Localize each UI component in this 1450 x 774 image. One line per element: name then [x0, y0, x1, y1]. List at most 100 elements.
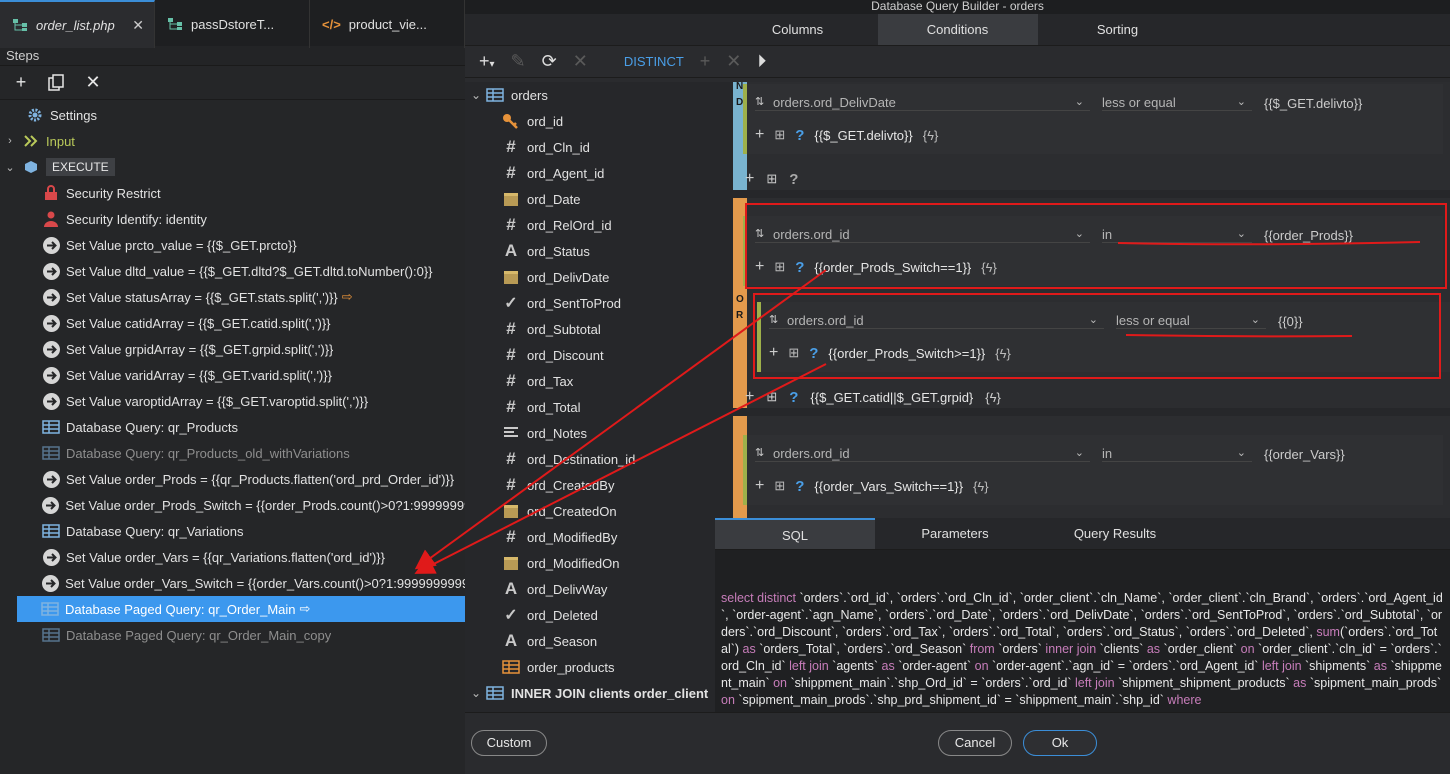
- step-row[interactable]: Set Value grpidArray = {{$_GET.grpid.spl…: [0, 336, 465, 362]
- step-row[interactable]: Set Value varoptidArray = {{$_GET.varopt…: [0, 388, 465, 414]
- conditional-icon[interactable]: ?: [789, 171, 798, 188]
- condition-expression[interactable]: {{$_GET.delivto}}: [814, 128, 912, 143]
- copy-step-button[interactable]: [48, 73, 66, 92]
- chevron-right-icon[interactable]: ›: [4, 135, 16, 147]
- field-row[interactable]: # ord_Subtotal: [465, 316, 715, 342]
- step-row[interactable]: Set Value order_Prods_Switch = {{order_P…: [0, 492, 465, 518]
- dynamic-data-icon[interactable]: {ϟ}: [995, 346, 1011, 361]
- add-condition-button[interactable]: +▾: [479, 51, 495, 72]
- step-row[interactable]: Database Query: qr_Products: [0, 414, 465, 440]
- chevron-down-icon[interactable]: ⌄: [471, 686, 485, 700]
- field-row[interactable]: # ord_Agent_id: [465, 160, 715, 186]
- tab-order-list[interactable]: order_list.php ✕: [0, 0, 155, 48]
- condition-operator-select[interactable]: less or equal ⌄: [1116, 313, 1266, 329]
- add-icon[interactable]: +: [700, 51, 711, 72]
- condition-operator-select[interactable]: in ⌄: [1102, 446, 1252, 462]
- step-row[interactable]: Set Value order_Prods = {{qr_Products.fl…: [0, 466, 465, 492]
- chevron-down-icon[interactable]: ⌄: [471, 88, 485, 102]
- tab-conditions[interactable]: Conditions: [877, 14, 1038, 45]
- field-row[interactable]: ord_DelivDate: [465, 264, 715, 290]
- add-icon[interactable]: +: [769, 344, 778, 362]
- tab-passdstore[interactable]: passDstoreT...: [155, 0, 310, 48]
- step-row[interactable]: › Input: [0, 128, 465, 154]
- add-step-button[interactable]: +: [12, 72, 30, 93]
- add-icon[interactable]: +: [745, 170, 754, 188]
- dynamic-data-icon[interactable]: {ϟ}: [973, 479, 989, 494]
- condition-operator-select[interactable]: in ⌄: [1102, 227, 1252, 243]
- step-row[interactable]: Settings: [0, 102, 465, 128]
- step-row[interactable]: Database Query: qr_Products_old_withVari…: [0, 440, 465, 466]
- folder-add-icon[interactable]: ⊞: [774, 127, 785, 143]
- delete-icon[interactable]: ✕: [573, 51, 588, 72]
- folder-add-icon[interactable]: ⊞: [788, 345, 799, 361]
- conditional-icon[interactable]: ?: [795, 478, 804, 495]
- step-row[interactable]: Set Value statusArray = {{$_GET.stats.sp…: [0, 284, 465, 310]
- field-row[interactable]: # ord_Destination_id: [465, 446, 715, 472]
- add-icon[interactable]: +: [755, 126, 764, 144]
- tab-columns[interactable]: Columns: [718, 14, 878, 45]
- step-row[interactable]: ⌄ EXECUTE: [0, 154, 465, 180]
- dynamic-data-icon[interactable]: {ϟ}: [923, 128, 939, 143]
- condition-expression[interactable]: {{order_Vars_Switch==1}}: [814, 479, 963, 494]
- conditional-icon[interactable]: ?: [809, 345, 818, 362]
- field-row[interactable]: # ord_Discount: [465, 342, 715, 368]
- condition-value[interactable]: {{$_GET.delivto}}: [1264, 96, 1362, 111]
- field-row[interactable]: ord_ModifiedOn: [465, 550, 715, 576]
- conditional-icon[interactable]: ?: [795, 259, 804, 276]
- field-row[interactable]: Aord_DelivWay: [465, 576, 715, 602]
- condition-value[interactable]: {{order_Vars}}: [1264, 447, 1345, 462]
- field-row[interactable]: ord_id: [465, 108, 715, 134]
- field-row[interactable]: # ord_Cln_id: [465, 134, 715, 160]
- condition-field-select[interactable]: ⇅ orders.ord_id ⌄: [769, 313, 1104, 329]
- dynamic-data-icon[interactable]: {ϟ}: [981, 260, 997, 275]
- play-icon[interactable]: ⏵: [757, 51, 766, 72]
- step-row[interactable]: Database Query: qr_Variations: [0, 518, 465, 544]
- chevron-down-icon[interactable]: ⌄: [4, 161, 16, 174]
- field-row[interactable]: # ord_Total: [465, 394, 715, 420]
- field-row[interactable]: # ord_ModifiedBy: [465, 524, 715, 550]
- field-row[interactable]: # ord_CreatedBy: [465, 472, 715, 498]
- step-row[interactable]: Database Paged Query: qr_Order_Main ⇨: [17, 596, 465, 622]
- condition-field-select[interactable]: ⇅ orders.ord_id ⌄: [755, 446, 1090, 462]
- step-row[interactable]: Set Value catidArray = {{$_GET.catid.spl…: [0, 310, 465, 336]
- group-condition-expression[interactable]: {{$_GET.catid||$_GET.grpid}: [810, 390, 973, 405]
- field-row[interactable]: # ord_RelOrd_id: [465, 212, 715, 238]
- field-row[interactable]: Aord_Status: [465, 238, 715, 264]
- condition-field-select[interactable]: ⇅ orders.ord_id ⌄: [755, 227, 1090, 243]
- field-row[interactable]: ⌄ INNER JOIN clients order_client: [465, 680, 715, 706]
- step-row[interactable]: Security Restrict: [0, 180, 465, 206]
- add-icon[interactable]: +: [755, 477, 764, 495]
- field-row[interactable]: ✓ ord_SentToProd: [465, 290, 715, 316]
- condition-expression[interactable]: {{order_Prods_Switch>=1}}: [828, 346, 985, 361]
- field-row[interactable]: order_products: [465, 654, 715, 680]
- dynamic-data-icon[interactable]: {ϟ}: [985, 390, 1001, 405]
- folder-add-icon[interactable]: ⊞: [766, 389, 777, 405]
- remove-icon[interactable]: ✕: [726, 51, 741, 72]
- condition-value[interactable]: {{0}}: [1278, 314, 1303, 329]
- close-icon[interactable]: ✕: [132, 17, 144, 34]
- field-row[interactable]: ord_Date: [465, 186, 715, 212]
- step-row[interactable]: Database Paged Query: qr_Order_Main_copy: [0, 622, 465, 648]
- delete-step-button[interactable]: ✕: [84, 72, 102, 93]
- field-row[interactable]: ord_CreatedOn: [465, 498, 715, 524]
- step-row[interactable]: Security Identify: identity: [0, 206, 465, 232]
- add-icon[interactable]: +: [755, 258, 764, 276]
- cancel-button[interactable]: Cancel: [938, 730, 1012, 756]
- distinct-toggle[interactable]: DISTINCT: [624, 54, 684, 69]
- custom-button[interactable]: Custom: [471, 730, 547, 756]
- condition-value[interactable]: {{order_Prods}}: [1264, 228, 1353, 243]
- folder-add-icon[interactable]: ⊞: [766, 171, 777, 187]
- add-icon[interactable]: +: [745, 388, 754, 406]
- field-row[interactable]: ⌄ orders: [465, 82, 715, 108]
- tab-product-view[interactable]: </> product_vie...: [310, 0, 465, 48]
- ok-button[interactable]: Ok: [1023, 730, 1097, 756]
- field-row[interactable]: # ord_Tax: [465, 368, 715, 394]
- conditional-icon[interactable]: ?: [789, 389, 798, 406]
- step-row[interactable]: Set Value prcto_value = {{$_GET.prcto}}: [0, 232, 465, 258]
- conditional-icon[interactable]: ?: [795, 127, 804, 144]
- tab-sorting[interactable]: Sorting: [1038, 14, 1198, 45]
- field-row[interactable]: ✓ ord_Deleted: [465, 602, 715, 628]
- step-row[interactable]: Set Value order_Vars_Switch = {{order_Va…: [0, 570, 465, 596]
- folder-add-icon[interactable]: ⊞: [774, 478, 785, 494]
- condition-expression[interactable]: {{order_Prods_Switch==1}}: [814, 260, 971, 275]
